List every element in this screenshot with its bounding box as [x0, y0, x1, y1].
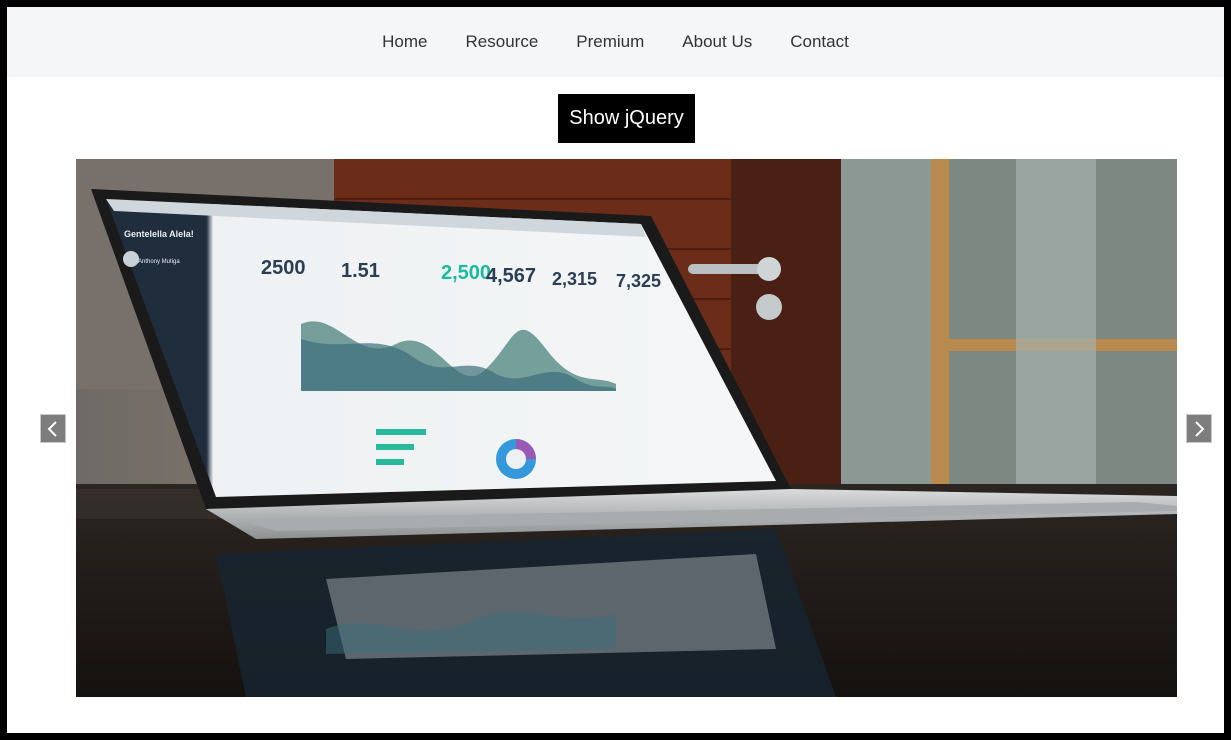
page-frame: Home Resource Premium About Us Contact S… — [0, 0, 1231, 740]
nav-premium-link[interactable]: Premium — [557, 32, 663, 52]
nav-home-link[interactable]: Home — [363, 32, 446, 52]
nav-resource-link[interactable]: Resource — [447, 32, 558, 52]
svg-text:Gentelella Alela!: Gentelella Alela! — [124, 229, 194, 239]
svg-text:7,325: 7,325 — [616, 271, 661, 291]
svg-text:1.51: 1.51 — [341, 260, 380, 282]
svg-text:2500: 2500 — [261, 257, 306, 279]
carousel-next-button[interactable] — [1186, 414, 1212, 443]
image-carousel: 2500 1.51 2,500 4,567 2,315 7,325 Gentel… — [76, 159, 1177, 697]
svg-text:Anthony Mutiga: Anthony Mutiga — [138, 259, 180, 265]
nav-contact-link[interactable]: Contact — [771, 32, 868, 52]
svg-text:4,567: 4,567 — [486, 265, 536, 287]
chevron-left-icon — [47, 420, 57, 437]
show-jquery-button[interactable]: Show jQuery — [558, 94, 695, 143]
svg-text:2,315: 2,315 — [552, 269, 597, 289]
svg-text:2,500: 2,500 — [441, 262, 491, 284]
carousel-prev-button[interactable] — [40, 414, 66, 443]
laptop-analytics-photo: 2500 1.51 2,500 4,567 2,315 7,325 Gentel… — [76, 159, 1177, 697]
nav-about-link[interactable]: About Us — [663, 32, 771, 52]
chevron-right-icon — [1195, 420, 1205, 437]
top-navbar: Home Resource Premium About Us Contact — [7, 7, 1224, 77]
